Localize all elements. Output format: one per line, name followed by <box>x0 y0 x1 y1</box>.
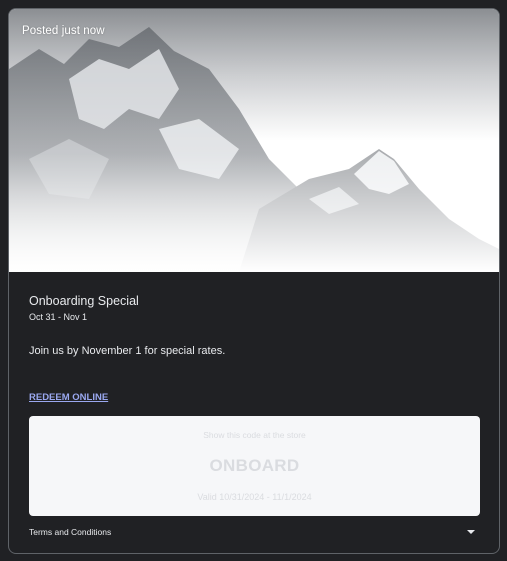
hero-image: Posted just now <box>9 9 499 272</box>
mountain-photo <box>9 9 499 272</box>
code-validity: Valid 10/31/2024 - 11/1/2024 <box>197 492 312 502</box>
offer-title: Onboarding Special <box>29 294 139 308</box>
offer-card: Posted just now Onboarding Special Oct 3… <box>8 8 500 554</box>
offer-dates: Oct 31 - Nov 1 <box>29 312 88 322</box>
offer-description: Join us by November 1 for special rates. <box>29 345 226 357</box>
coupon-code: ONBOARD <box>209 456 300 475</box>
code-hint: Show this code at the store <box>203 430 306 440</box>
caret-down-icon <box>467 530 475 534</box>
terms-and-conditions-toggle[interactable]: Terms and Conditions <box>29 524 480 540</box>
coupon-code-box: Show this code at the store ONBOARD Vali… <box>29 416 480 516</box>
redeem-online-link[interactable]: REDEEM ONLINE <box>29 392 108 403</box>
posted-timestamp: Posted just now <box>22 25 105 37</box>
terms-label: Terms and Conditions <box>29 527 112 537</box>
